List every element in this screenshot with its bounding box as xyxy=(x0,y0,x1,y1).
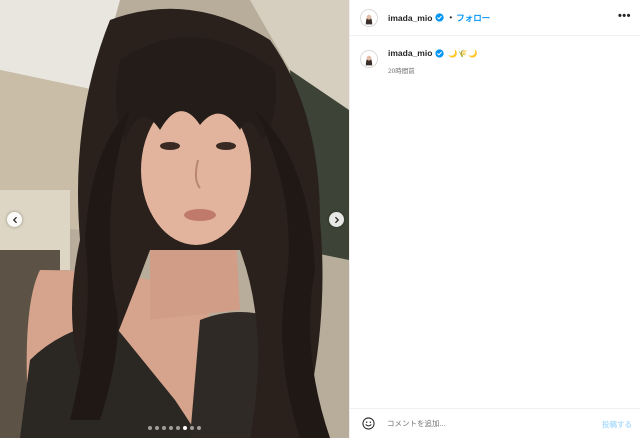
slide-dot xyxy=(176,426,180,430)
slide-dot xyxy=(148,426,152,430)
avatar[interactable] xyxy=(360,50,378,68)
previous-slide-button[interactable] xyxy=(7,212,22,227)
slide-dot xyxy=(162,426,166,430)
slide-indicator xyxy=(0,426,349,430)
slide-dot xyxy=(155,426,159,430)
post-comment-button[interactable]: 投稿する xyxy=(602,419,632,430)
slide-dot xyxy=(169,426,173,430)
post-photo xyxy=(0,0,349,438)
separator: • xyxy=(449,13,453,22)
slide-dot xyxy=(190,426,194,430)
comment-bar: 投稿する xyxy=(350,408,640,438)
username-link[interactable]: imada_mio xyxy=(388,13,432,23)
caption-username-link[interactable]: imada_mio xyxy=(388,48,432,58)
post-media[interactable] xyxy=(0,0,349,438)
next-slide-button[interactable] xyxy=(329,212,344,227)
verified-badge-icon xyxy=(435,13,445,22)
post-info-panel: imada_mio • フォロー ••• imada_mio 🌙🌾🌙 20時間前… xyxy=(349,0,640,438)
chevron-right-icon xyxy=(334,216,339,223)
caption-text: 🌙🌾🌙 xyxy=(448,48,478,58)
post-header: imada_mio • フォロー ••• xyxy=(350,0,640,36)
verified-badge-icon xyxy=(435,48,445,58)
slide-dot xyxy=(197,426,201,430)
comment-input[interactable] xyxy=(387,419,577,428)
follow-button[interactable]: フォロー xyxy=(456,12,490,24)
more-options-button[interactable]: ••• xyxy=(618,10,631,22)
post-timestamp[interactable]: 20時間前 xyxy=(388,65,478,75)
slide-dot-active xyxy=(183,426,187,430)
post-caption: imada_mio 🌙🌾🌙 20時間前 xyxy=(360,47,478,75)
chevron-left-icon xyxy=(12,216,17,223)
avatar[interactable] xyxy=(360,8,378,27)
instagram-post: imada_mio • フォロー ••• imada_mio 🌙🌾🌙 20時間前… xyxy=(0,0,640,438)
smiley-icon[interactable] xyxy=(362,417,375,430)
caption-body: imada_mio 🌙🌾🌙 20時間前 xyxy=(388,47,478,75)
